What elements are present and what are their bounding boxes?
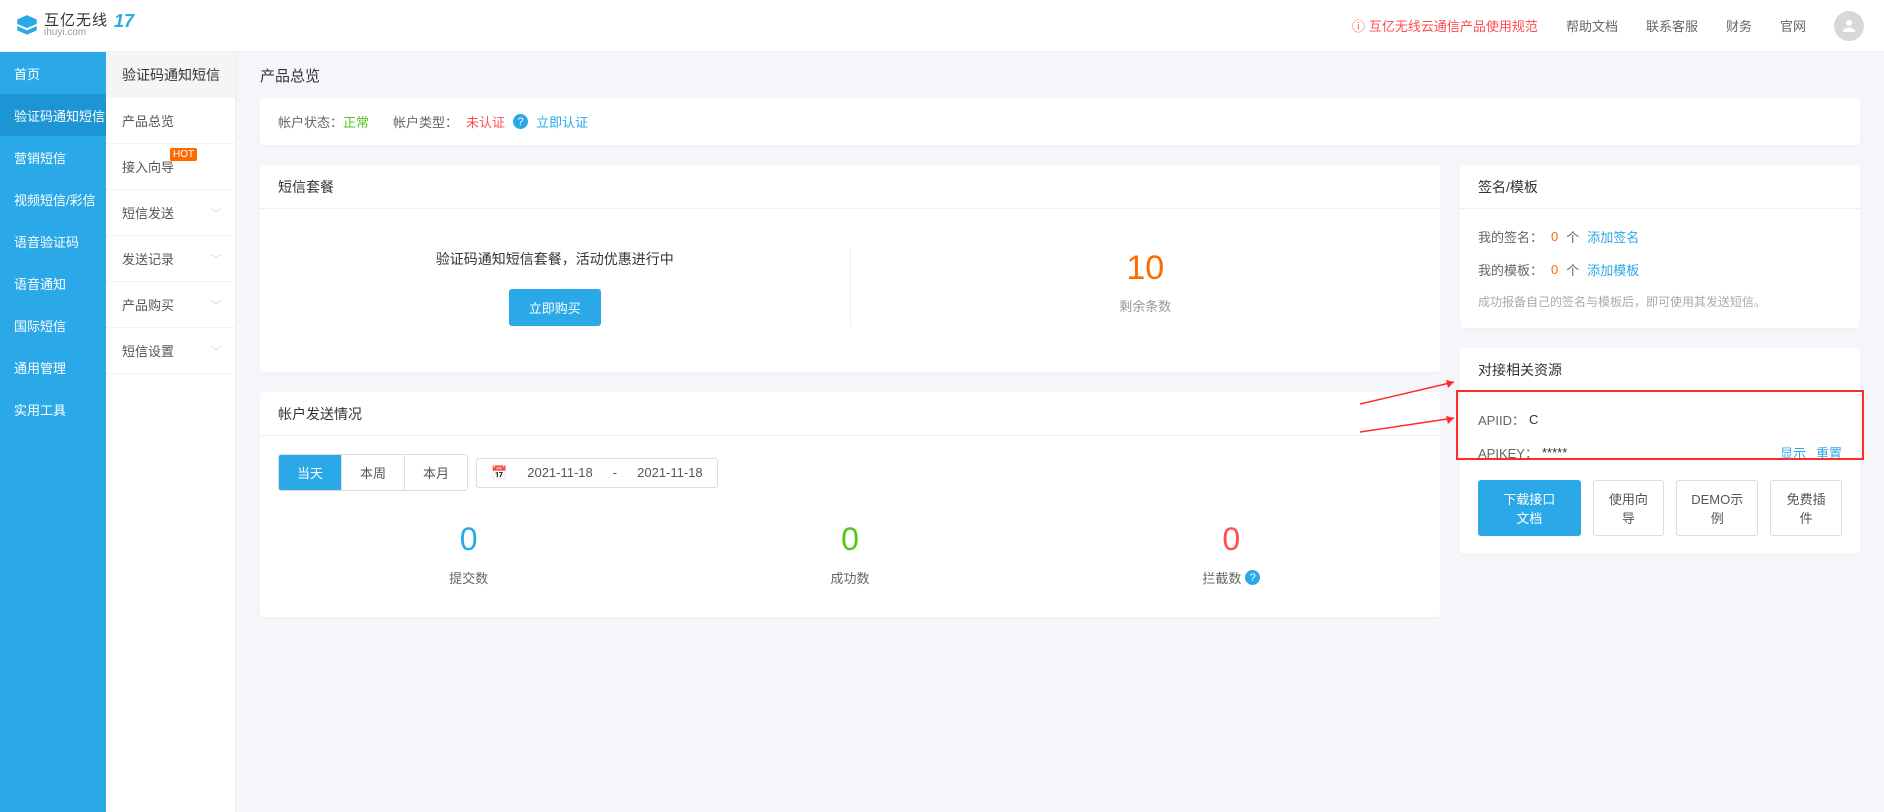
logo-text-cn: 互亿无线 [44, 13, 108, 28]
status-label: 帐户状态： [278, 115, 343, 130]
header-link-help[interactable]: 帮助文档 [1566, 16, 1618, 35]
card-title-api: 对接相关资源 [1460, 348, 1860, 392]
header-link-site[interactable]: 官网 [1780, 16, 1806, 35]
tab-today[interactable]: 当天 [279, 455, 342, 490]
account-type-label: 帐户类型： [393, 112, 458, 131]
sidebar1-voice-verify[interactable]: 语音验证码 [0, 220, 106, 262]
download-api-doc-button[interactable]: 下载接口文档 [1478, 480, 1581, 536]
help-icon[interactable]: ? [1245, 570, 1260, 585]
chevron-down-icon: ﹀ [211, 343, 221, 358]
send-stats-card: 帐户发送情况 当天 本周 本月 📅 2021-11-18 - [260, 392, 1440, 617]
account-type-value: 未认证 [466, 112, 505, 131]
sms-package-card: 短信套餐 验证码通知短信套餐，活动优惠进行中 立即购买 10 剩余条数 [260, 165, 1440, 372]
template-count: 0 [1551, 262, 1558, 277]
card-title-signtpl: 签名/模板 [1460, 165, 1860, 209]
tab-month[interactable]: 本月 [405, 455, 467, 490]
user-avatar[interactable] [1834, 11, 1864, 41]
signature-template-card: 签名/模板 我的签名： 0 个 添加签名 我的模板： 0 个 添加模板 [1460, 165, 1860, 328]
unit: 个 [1566, 227, 1579, 246]
stat-label: 提交数 [449, 568, 488, 587]
header-link-finance[interactable]: 财务 [1726, 16, 1752, 35]
sidebar1-home[interactable]: 首页 [0, 52, 106, 94]
buy-now-button[interactable]: 立即购买 [509, 289, 601, 326]
stat-num: 0 [841, 521, 859, 558]
stat-success: 0 成功数 [659, 521, 1040, 587]
page-title: 产品总览 [260, 52, 1860, 98]
stat-label: 成功数 [830, 568, 869, 587]
primary-sidebar: 首页 验证码通知短信 营销短信 视频短信/彩信 语音验证码 语音通知 国际短信 … [0, 52, 106, 812]
alert-icon: ⓘ [1352, 16, 1365, 35]
sidebar1-intl[interactable]: 国际短信 [0, 304, 106, 346]
template-label: 我的模板： [1478, 260, 1543, 279]
date-separator: - [613, 465, 617, 480]
remaining-label: 剩余条数 [1119, 296, 1171, 315]
sidebar1-video-mms[interactable]: 视频短信/彩信 [0, 178, 106, 220]
hot-badge: HOT [170, 148, 197, 161]
sidebar1-general[interactable]: 通用管理 [0, 346, 106, 388]
sidebar2-records[interactable]: 发送记录﹀ [106, 236, 235, 282]
sidebar2-guide[interactable]: 接入向导HOT [106, 144, 235, 190]
sidebar2-purchase[interactable]: 产品购买﹀ [106, 282, 235, 328]
signature-count: 0 [1551, 229, 1558, 244]
usage-guide-button[interactable]: 使用向导 [1593, 480, 1665, 536]
remaining-count: 10 [1126, 249, 1164, 288]
secondary-sidebar: 验证码通知短信 产品总览 接入向导HOT 短信发送﹀ 发送记录﹀ 产品购买﹀ 短… [106, 52, 236, 812]
apikey-value: ***** [1542, 445, 1567, 460]
user-icon [1840, 17, 1858, 35]
logo-text-en: ihuyi.com [44, 28, 108, 38]
brand-logo[interactable]: 互亿无线 ihuyi.com 17 [14, 13, 134, 39]
sidebar1-sms-verify[interactable]: 验证码通知短信 [0, 94, 106, 136]
date-range-picker[interactable]: 📅 2021-11-18 - 2021-11-18 [476, 458, 718, 488]
sidebar1-sms-market[interactable]: 营销短信 [0, 136, 106, 178]
main-content: 产品总览 帐户状态：正常 帐户类型： 未认证 ? 立即认证 短信套餐 验证码通知… [236, 52, 1884, 812]
header-link-contact[interactable]: 联系客服 [1646, 16, 1698, 35]
date-from: 2021-11-18 [527, 465, 593, 480]
unit: 个 [1566, 260, 1579, 279]
certify-link[interactable]: 立即认证 [536, 112, 588, 131]
stat-num: 0 [460, 521, 478, 558]
add-signature-link[interactable]: 添加签名 [1587, 227, 1639, 246]
stat-blocked: 0 拦截数 ? [1041, 521, 1422, 587]
stat-submitted: 0 提交数 [278, 521, 659, 587]
apiid-value: C [1529, 412, 1538, 427]
sidebar1-tools[interactable]: 实用工具 [0, 388, 106, 430]
add-template-link[interactable]: 添加模板 [1587, 260, 1639, 279]
logo-badge: 17 [114, 11, 134, 32]
sidebar2-send[interactable]: 短信发送﹀ [106, 190, 235, 236]
date-tab-group: 当天 本周 本月 [278, 454, 468, 491]
sidebar2-settings[interactable]: 短信设置﹀ [106, 328, 235, 374]
card-title-package: 短信套餐 [260, 165, 1440, 209]
calendar-icon: 📅 [491, 465, 507, 481]
status-value: 正常 [343, 115, 369, 130]
chevron-down-icon: ﹀ [211, 297, 221, 312]
header-notice[interactable]: ⓘ 互亿无线云通信产品使用规范 [1352, 16, 1538, 35]
tab-week[interactable]: 本周 [342, 455, 405, 490]
signtpl-tip: 成功报备自己的签名与模板后，即可使用其发送短信。 [1478, 293, 1842, 310]
api-resource-card: 对接相关资源 APIID： C APIKEY： ***** [1460, 348, 1860, 554]
account-status-bar: 帐户状态：正常 帐户类型： 未认证 ? 立即认证 [260, 98, 1860, 145]
help-icon[interactable]: ? [513, 114, 528, 129]
logo-icon [14, 13, 40, 39]
apikey-label: APIKEY： [1478, 443, 1538, 462]
package-desc: 验证码通知短信套餐，活动优惠进行中 [436, 249, 674, 269]
free-plugin-button[interactable]: 免费插件 [1770, 480, 1842, 536]
show-apikey-link[interactable]: 显示 [1780, 443, 1806, 462]
demo-button[interactable]: DEMO示例 [1676, 480, 1758, 536]
stat-label: 拦截数 ? [1202, 568, 1260, 587]
card-title-stats: 帐户发送情况 [260, 392, 1440, 436]
sidebar2-title: 验证码通知短信 [106, 52, 235, 98]
apiid-label: APIID： [1478, 410, 1525, 429]
date-to: 2021-11-18 [637, 465, 703, 480]
sidebar1-voice-notice[interactable]: 语音通知 [0, 262, 106, 304]
signature-label: 我的签名： [1478, 227, 1543, 246]
stat-num: 0 [1222, 521, 1240, 558]
chevron-down-icon: ﹀ [211, 251, 221, 266]
page-header: 互亿无线 ihuyi.com 17 ⓘ 互亿无线云通信产品使用规范 帮助文档 联… [0, 0, 1884, 52]
chevron-down-icon: ﹀ [211, 205, 221, 220]
sidebar2-overview[interactable]: 产品总览 [106, 98, 235, 144]
reset-apikey-link[interactable]: 重置 [1816, 443, 1842, 462]
